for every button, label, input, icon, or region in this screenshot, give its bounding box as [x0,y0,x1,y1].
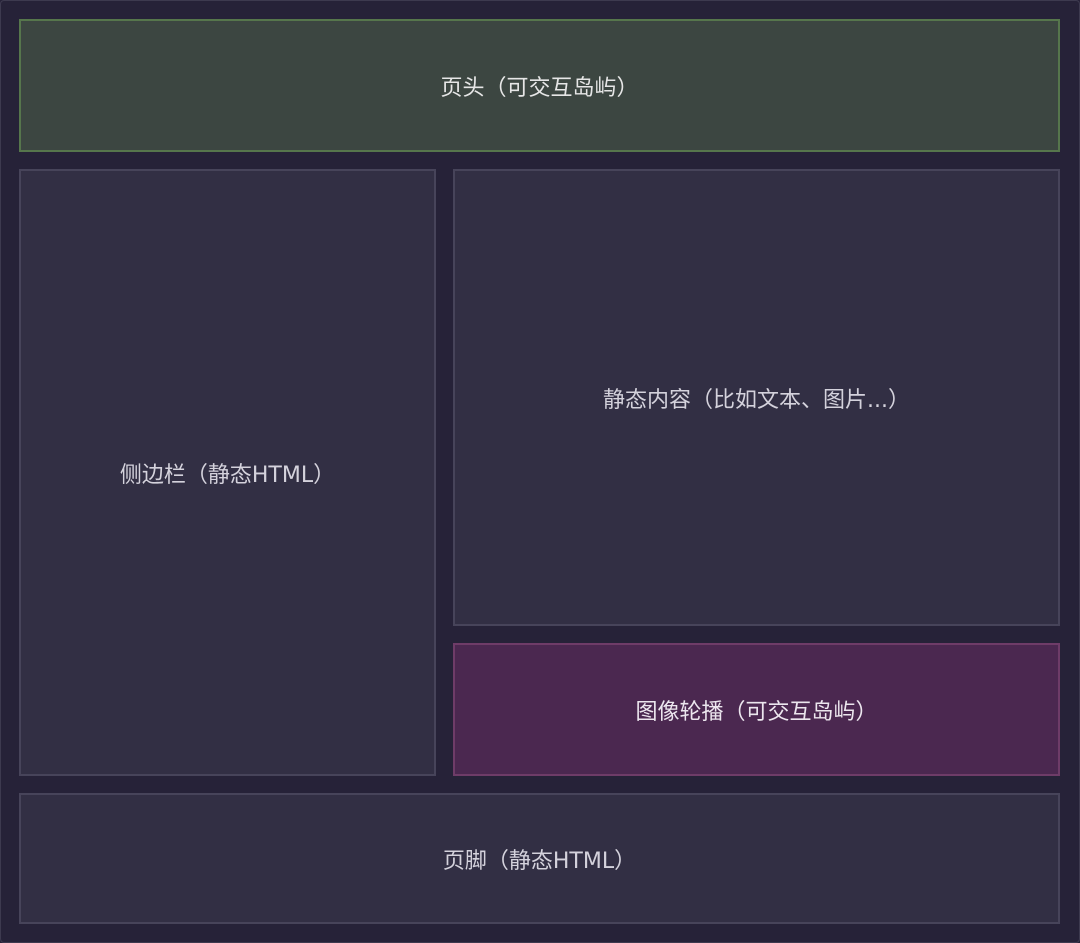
footer-static-label: 页脚（静态HTML） [442,848,637,874]
static-content-box: 静态内容（比如文本、图片...） [453,169,1060,626]
static-content-label: 静态内容（比如文本、图片...） [603,387,910,413]
sidebar-static-box: 侧边栏（静态HTML） [19,169,436,776]
image-carousel-island-box: 图像轮播（可交互岛屿） [453,643,1060,776]
footer-static-box: 页脚（静态HTML） [19,793,1060,924]
header-island-box: 页头（可交互岛屿） [19,19,1060,152]
header-island-label: 页头（可交互岛屿） [440,75,639,101]
sidebar-static-label: 侧边栏（静态HTML） [119,462,336,488]
image-carousel-island-label: 图像轮播（可交互岛屿） [635,699,878,725]
